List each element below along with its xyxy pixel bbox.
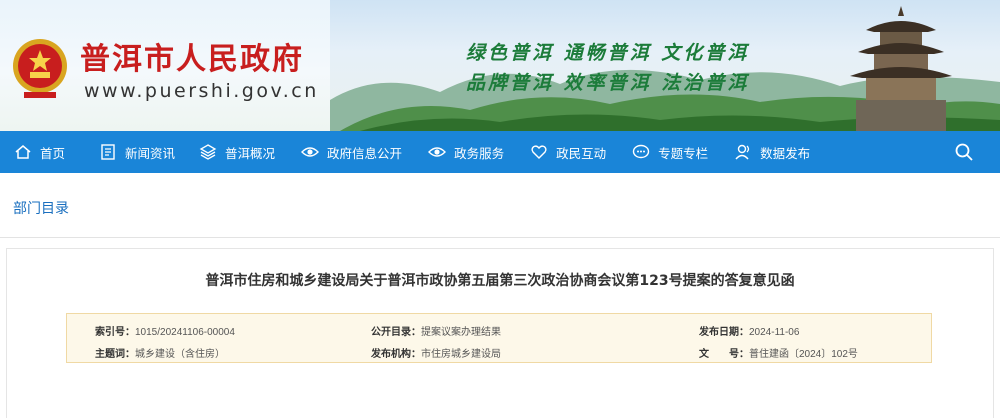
nav-item-interaction[interactable]: 政民互动 [530, 131, 606, 173]
site-url: www.puershi.gov.cn [84, 80, 319, 102]
header-banner: 普洱市人民政府 www.puershi.gov.cn 绿色普洱 通畅普洱 文化普… [0, 0, 1000, 131]
divider [0, 237, 1000, 238]
nav-item-label: 首页 [40, 146, 66, 161]
search-icon [955, 143, 973, 161]
meta-publisher-key: 发布机构： [371, 349, 421, 360]
eye-icon [301, 147, 320, 157]
nav-item-label: 数据发布 [760, 146, 811, 161]
meta-document-number: 文 号：普住建函〔2024〕102号 [699, 345, 858, 360]
breadcrumb-dept-directory[interactable]: 部门目录 [13, 200, 69, 216]
eye-icon [428, 147, 447, 157]
slogan-line-1: 绿色普洱 通畅普洱 文化普洱 [466, 42, 750, 64]
slogan-line-2: 品牌普洱 效率普洱 法治普洱 [466, 72, 750, 94]
meta-catalog: 公开目录：提案议案办理结果 [371, 323, 501, 338]
meta-publisher-value: 市住房城乡建设局 [421, 349, 501, 360]
home-icon [15, 145, 31, 159]
layers-icon [199, 144, 217, 160]
article-meta-box: 索引号：1015/20241106-00004 公开目录：提案议案办理结果 发布… [66, 313, 932, 363]
user-icon [735, 144, 750, 160]
pagoda-tower-image [850, 6, 952, 131]
meta-docno-key: 文 号： [699, 349, 749, 360]
nav-item-label: 政民互动 [556, 146, 607, 161]
nav-item-services[interactable]: 政务服务 [428, 131, 504, 173]
nav-item-gov-info[interactable]: 政府信息公开 [301, 131, 402, 173]
nav-item-overview[interactable]: 普洱概况 [199, 131, 275, 173]
nav-item-home[interactable]: 首页 [14, 131, 65, 173]
nav-item-news[interactable]: 新闻资讯 [99, 131, 175, 173]
meta-catalog-key: 公开目录： [371, 327, 421, 338]
chat-icon [632, 144, 650, 159]
meta-subject-value: 城乡建设（含住房） [135, 349, 225, 360]
meta-index-number: 索引号：1015/20241106-00004 [95, 323, 235, 338]
breadcrumb: 部门目录 [0, 173, 1000, 237]
meta-publish-date: 发布日期：2024-11-06 [699, 323, 799, 338]
national-emblem-icon [13, 39, 67, 98]
meta-date-value: 2024-11-06 [749, 327, 800, 338]
meta-subject-key: 主题词： [95, 349, 135, 360]
nav-item-label: 政务服务 [454, 146, 505, 161]
meta-docno-value: 普住建函〔2024〕102号 [749, 349, 858, 360]
nav-item-label: 政府信息公开 [327, 146, 403, 161]
meta-catalog-value: 提案议案办理结果 [421, 327, 501, 338]
site-title[interactable]: 普洱市人民政府 [80, 34, 304, 78]
nav-item-label: 专题专栏 [658, 146, 709, 161]
meta-index-value: 1015/20241106-00004 [135, 327, 235, 338]
meta-date-key: 发布日期： [699, 327, 749, 338]
document-icon [101, 144, 115, 160]
meta-subject: 主题词：城乡建设（含住房） [95, 345, 225, 360]
heart-icon [531, 145, 547, 159]
search-button[interactable] [954, 142, 974, 162]
nav-item-label: 新闻资讯 [125, 146, 176, 161]
article-panel: 普洱市住房和城乡建设局关于普洱市政协第五届第三次政治协商会议第123号提案的答复… [6, 248, 994, 418]
nav-item-label: 普洱概况 [225, 146, 276, 161]
meta-index-key: 索引号： [95, 327, 135, 338]
meta-publisher: 发布机构：市住房城乡建设局 [371, 345, 501, 360]
nav-item-data[interactable]: 数据发布 [734, 131, 810, 173]
main-nav: 首页 新闻资讯 普洱概况 政府信息公开 政务服务 政民互动 专题专栏 数据发布 [0, 131, 1000, 173]
nav-item-special[interactable]: 专题专栏 [632, 131, 708, 173]
article-title: 普洱市住房和城乡建设局关于普洱市政协第五届第三次政治协商会议第123号提案的答复… [205, 273, 795, 289]
